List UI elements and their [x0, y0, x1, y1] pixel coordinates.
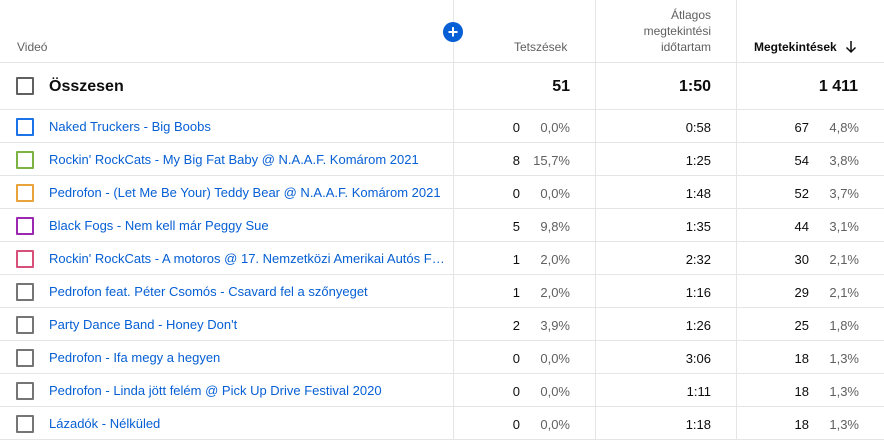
row-likes: 0	[512, 417, 520, 432]
table-row[interactable]: Pedrofon - Linda jött felém @ Pick Up Dr…	[0, 374, 884, 407]
row-views: 67	[794, 120, 809, 135]
row-likes: 0	[512, 384, 520, 399]
row-checkbox[interactable]	[16, 349, 34, 367]
table-row[interactable]: Pedrofon feat. Péter Csomós - Csavard fe…	[0, 275, 884, 308]
row-views: 18	[794, 417, 809, 432]
row-avg-duration: 0:58	[685, 120, 711, 135]
video-title-link[interactable]: Party Dance Band - Honey Don't	[49, 317, 237, 332]
row-likes-pct: 3,9%	[540, 318, 570, 333]
row-views-pct: 3,1%	[829, 219, 859, 234]
row-checkbox[interactable]	[16, 184, 34, 202]
video-title-link[interactable]: Pedrofon feat. Péter Csomós - Csavard fe…	[49, 284, 368, 299]
row-checkbox[interactable]	[16, 151, 34, 169]
row-checkbox[interactable]	[16, 283, 34, 301]
arrow-down-icon[interactable]	[845, 40, 857, 54]
total-likes: 51	[552, 78, 570, 95]
table-row[interactable]: Pedrofon - Ifa megy a hegyen 0 0,0% 3:06…	[0, 341, 884, 374]
row-likes: 0	[512, 351, 520, 366]
total-views: 1 411	[818, 78, 858, 95]
row-views: 29	[794, 285, 809, 300]
row-views-pct: 4,8%	[829, 120, 859, 135]
row-views: 30	[794, 252, 809, 267]
video-title-link[interactable]: Black Fogs - Nem kell már Peggy Sue	[49, 218, 269, 233]
video-title-link[interactable]: Naked Truckers - Big Boobs	[49, 119, 211, 134]
row-checkbox[interactable]	[16, 217, 34, 235]
row-avg-duration: 1:48	[685, 186, 711, 201]
row-likes: 8	[512, 153, 520, 168]
column-header-avg-duration-line2[interactable]: megtekintési	[596, 24, 711, 38]
row-checkbox[interactable]	[16, 250, 34, 268]
row-checkbox[interactable]	[16, 316, 34, 334]
select-all-checkbox[interactable]	[16, 77, 34, 95]
row-views-pct: 1,8%	[829, 318, 859, 333]
video-title-link[interactable]: Lázadók - Nélküled	[49, 416, 160, 431]
row-views-pct: 1,3%	[829, 384, 859, 399]
total-label: Összesen	[49, 78, 124, 95]
video-title-link[interactable]: Pedrofon - Linda jött felém @ Pick Up Dr…	[49, 383, 382, 398]
row-views-pct: 1,3%	[829, 417, 859, 432]
column-header-video[interactable]: Videó	[17, 40, 47, 54]
row-avg-duration: 1:26	[685, 318, 711, 333]
row-views: 18	[794, 384, 809, 399]
plus-circle-icon[interactable]: +	[443, 22, 463, 42]
row-views-pct: 2,1%	[829, 285, 859, 300]
row-avg-duration: 1:11	[686, 384, 711, 399]
row-views-pct: 3,7%	[829, 186, 859, 201]
row-views: 52	[794, 186, 809, 201]
video-title-link[interactable]: Rockin' RockCats - A motoros @ 17. Nemze…	[49, 251, 447, 266]
row-avg-duration: 3:06	[685, 351, 711, 366]
row-views-pct: 1,3%	[829, 351, 859, 366]
row-likes-pct: 0,0%	[540, 351, 570, 366]
total-avg-duration: 1:50	[678, 78, 711, 95]
row-checkbox[interactable]	[16, 382, 34, 400]
table-row[interactable]: Naked Truckers - Big Boobs 0 0,0% 0:58 6…	[0, 110, 884, 143]
video-title-link[interactable]: Pedrofon - (Let Me Be Your) Teddy Bear @…	[49, 185, 441, 200]
row-likes-pct: 0,0%	[540, 120, 570, 135]
row-checkbox[interactable]	[16, 415, 34, 433]
row-likes: 1	[512, 252, 520, 267]
video-title-link[interactable]: Rockin' RockCats - My Big Fat Baby @ N.A…	[49, 152, 419, 167]
row-avg-duration: 1:18	[685, 417, 711, 432]
row-avg-duration: 1:25	[685, 153, 711, 168]
row-likes: 1	[512, 285, 520, 300]
row-likes-pct: 15,7%	[533, 153, 570, 168]
row-avg-duration: 1:16	[685, 285, 711, 300]
table-row[interactable]: Party Dance Band - Honey Don't 2 3,9% 1:…	[0, 308, 884, 341]
table-row[interactable]: Black Fogs - Nem kell már Peggy Sue 5 9,…	[0, 209, 884, 242]
table-row[interactable]: Rockin' RockCats - My Big Fat Baby @ N.A…	[0, 143, 884, 176]
table-row[interactable]: Rockin' RockCats - A motoros @ 17. Nemze…	[0, 242, 884, 275]
row-avg-duration: 1:35	[685, 219, 711, 234]
row-avg-duration: 2:32	[685, 252, 711, 267]
row-views-pct: 3,8%	[829, 153, 859, 168]
row-likes-pct: 0,0%	[540, 417, 570, 432]
row-likes-pct: 2,0%	[540, 285, 570, 300]
row-likes: 0	[512, 186, 520, 201]
video-title-link[interactable]: Pedrofon - Ifa megy a hegyen	[49, 350, 220, 365]
column-header-views[interactable]: Megtekintések	[754, 40, 837, 54]
table-row[interactable]: Pedrofon - (Let Me Be Your) Teddy Bear @…	[0, 176, 884, 209]
row-likes-pct: 2,0%	[540, 252, 570, 267]
row-likes: 0	[512, 120, 520, 135]
column-header-avg-duration-line1[interactable]: Átlagos	[596, 8, 711, 22]
column-header-likes[interactable]: Tetszések	[514, 40, 567, 54]
row-likes: 5	[512, 219, 520, 234]
total-row: Összesen 51 1:50 1 411	[0, 63, 884, 109]
row-likes: 2	[512, 318, 520, 333]
row-likes-pct: 0,0%	[540, 384, 570, 399]
row-checkbox[interactable]	[16, 118, 34, 136]
column-header-avg-duration-line3[interactable]: időtartam	[596, 40, 711, 54]
row-views: 25	[794, 318, 809, 333]
table-row[interactable]: Lázadók - Nélküled 0 0,0% 1:18 18 1,3%	[0, 407, 884, 440]
row-views-pct: 2,1%	[829, 252, 859, 267]
row-views: 54	[794, 153, 809, 168]
row-likes-pct: 0,0%	[540, 186, 570, 201]
row-views: 44	[794, 219, 809, 234]
row-likes-pct: 9,8%	[540, 219, 570, 234]
row-views: 18	[794, 351, 809, 366]
